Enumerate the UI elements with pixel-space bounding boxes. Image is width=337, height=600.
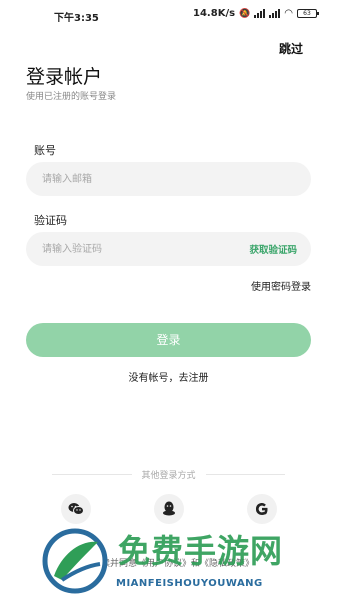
page-title: 登录帐户: [26, 66, 103, 88]
code-label: 验证码: [34, 214, 67, 227]
wechat-icon: [68, 503, 84, 515]
qq-icon: [163, 501, 175, 516]
status-bar: 下午3:35 14.8K/s 🔕 ◠ 63: [0, 0, 337, 28]
other-login-label: 其他登录方式: [141, 471, 196, 481]
login-button[interactable]: 登录: [26, 323, 311, 357]
get-code-button[interactable]: 获取验证码: [249, 242, 297, 256]
watermark-brand: 免费手游网: [118, 532, 284, 570]
wifi-icon: ◠: [284, 8, 293, 19]
google-icon: [255, 503, 268, 515]
divider-line-right: [205, 474, 286, 475]
account-input[interactable]: [42, 162, 232, 196]
signal-icon: [254, 9, 266, 18]
code-input[interactable]: [42, 232, 232, 266]
signal-icon-2: [269, 9, 281, 18]
status-indicators: 14.8K/s 🔕 ◠ 63: [193, 8, 319, 19]
divider-line-left: [52, 474, 132, 475]
network-speed: 14.8K/s: [193, 8, 236, 19]
mute-icon: 🔕: [239, 8, 251, 19]
google-login-button[interactable]: [247, 494, 277, 524]
account-field: [26, 162, 311, 196]
watermark: 免费手游网 MIANFEISHOUYOUWANG: [40, 522, 330, 598]
skip-button[interactable]: 跳过: [279, 40, 303, 57]
code-field: 获取验证码: [26, 232, 311, 266]
watermark-logo: [42, 528, 108, 594]
status-time: 下午3:35: [54, 13, 99, 24]
watermark-domain: MIANFEISHOUYOUWANG: [116, 578, 263, 589]
password-login-link[interactable]: 使用密码登录: [251, 278, 311, 293]
other-login-divider: 其他登录方式: [52, 468, 286, 481]
register-link[interactable]: 没有帐号，去注册: [0, 369, 337, 384]
qq-login-button[interactable]: [154, 494, 184, 524]
wechat-login-button[interactable]: [61, 494, 91, 524]
battery-icon: 63: [297, 9, 319, 18]
page-subtitle: 使用已注册的账号登录: [26, 92, 117, 102]
account-label: 账号: [34, 144, 56, 157]
